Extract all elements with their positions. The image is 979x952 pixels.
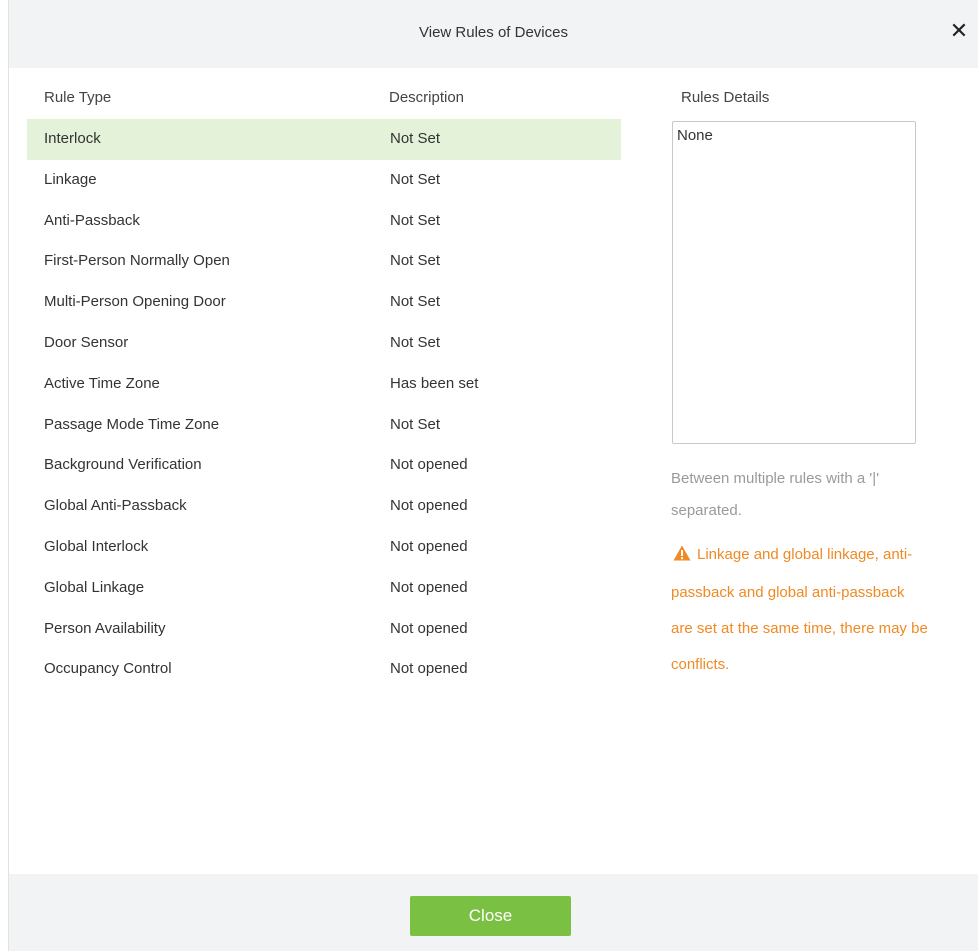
table-row[interactable]: Global Linkage Not opened — [27, 568, 621, 609]
column-header-description: Description — [389, 89, 465, 106]
table-row[interactable]: Person Availability Not opened — [27, 609, 621, 650]
rules-details-label: Rules Details — [681, 89, 770, 106]
view-rules-dialog: View Rules of Devices ✕ Rule Type Descri… — [8, 0, 978, 951]
table-row[interactable]: Occupancy Control Not opened — [27, 649, 621, 690]
rule-type-cell: Door Sensor — [44, 333, 129, 351]
description-cell: Not Set — [390, 170, 441, 188]
table-row[interactable]: Linkage Not Set — [27, 160, 621, 201]
table-row[interactable]: Anti-Passback Not Set — [27, 201, 621, 242]
rule-type-cell: Passage Mode Time Zone — [44, 415, 220, 433]
dialog-title: View Rules of Devices — [419, 24, 568, 41]
column-header-rule-type: Rule Type — [44, 89, 112, 106]
rules-details-box[interactable]: None — [672, 121, 916, 444]
table-row[interactable]: Interlock Not Set — [27, 119, 621, 160]
table-row[interactable]: Global Interlock Not opened — [27, 527, 621, 568]
table-row[interactable]: Door Sensor Not Set — [27, 323, 621, 364]
dialog-footer: Close — [9, 874, 978, 951]
description-cell: Not opened — [390, 537, 468, 555]
rule-type-cell: Active Time Zone — [44, 374, 160, 392]
close-button[interactable]: Close — [410, 896, 571, 936]
description-cell: Not Set — [390, 130, 441, 147]
description-cell: Has been set — [390, 374, 479, 392]
close-icon[interactable]: ✕ — [946, 18, 972, 44]
description-cell: Not opened — [390, 456, 468, 474]
description-cell: Not Set — [390, 211, 441, 229]
table-row[interactable]: Multi-Person Opening Door Not Set — [27, 282, 621, 323]
rule-type-cell: Global Interlock — [44, 537, 149, 555]
rules-table: Interlock Not Set Linkage Not Set Anti-Passb… — [27, 119, 621, 690]
description-cell: Not Set — [390, 293, 441, 311]
rule-type-cell: Interlock — [44, 130, 101, 147]
description-cell: Not Set — [390, 333, 441, 351]
description-cell: Not opened — [390, 660, 468, 678]
rule-type-cell: Multi-Person Opening Door — [44, 293, 226, 311]
table-row[interactable]: First-Person Normally Open Not Set — [27, 241, 621, 282]
rule-type-cell: Person Availability — [44, 619, 166, 637]
description-cell: Not Set — [390, 252, 441, 270]
description-cell: Not opened — [390, 619, 468, 637]
dialog-titlebar: View Rules of Devices ✕ — [9, 0, 978, 68]
description-cell: Not opened — [390, 578, 468, 596]
table-row[interactable]: Global Anti-Passback Not opened — [27, 486, 621, 527]
table-row[interactable]: Passage Mode Time Zone Not Set — [27, 405, 621, 446]
rule-type-cell: Anti-Passback — [44, 211, 140, 229]
rule-type-cell: Linkage — [44, 170, 97, 188]
conflict-warning: Linkage and global linkage, anti-passbac… — [671, 537, 929, 683]
rule-type-cell: Global Linkage — [44, 578, 145, 596]
description-cell: Not opened — [390, 497, 468, 515]
separator-hint: Between multiple rules with a '|' separa… — [671, 470, 880, 519]
rule-type-cell: Occupancy Control — [44, 660, 172, 678]
conflict-warning-text: Linkage and global linkage, anti-passbac… — [671, 546, 928, 673]
table-row[interactable]: Background Verification Not opened — [27, 445, 621, 486]
rule-type-cell: Global Anti-Passback — [44, 497, 187, 515]
rule-type-cell: First-Person Normally Open — [44, 252, 230, 270]
warning-icon — [673, 539, 691, 575]
rule-type-cell: Background Verification — [44, 456, 202, 474]
table-row[interactable]: Active Time Zone Has been set — [27, 364, 621, 405]
description-cell: Not Set — [390, 415, 441, 433]
